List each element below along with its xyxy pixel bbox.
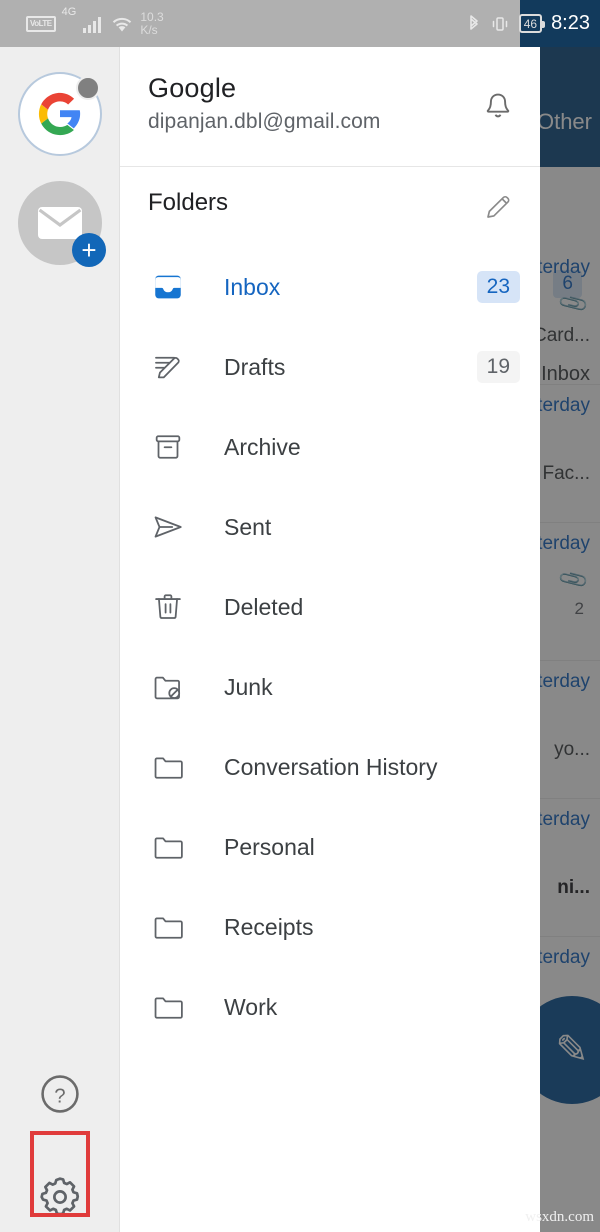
- network-speed-unit: K/s: [140, 22, 158, 37]
- folder-label: Deleted: [224, 593, 304, 620]
- network-speed-value: 10.3: [140, 9, 164, 24]
- status-bar: VoLTE 4G 10.3 K/s 46 8:23: [0, 0, 600, 47]
- signal-bars-icon: [82, 14, 104, 34]
- folder-item-personal[interactable]: Personal: [120, 807, 540, 887]
- folder-label: Work: [224, 993, 278, 1020]
- inbox-icon: [148, 267, 188, 307]
- folder-badge: 23: [476, 271, 520, 303]
- settings-highlight-box: [30, 1131, 90, 1217]
- network-generation-label: 4G: [61, 6, 77, 18]
- trash-icon: [148, 587, 188, 627]
- account-header[interactable]: Google dipanjan.dbl@gmail.com: [120, 47, 540, 167]
- bluetooth-icon: [467, 14, 481, 34]
- folder-item-work[interactable]: Work: [120, 967, 540, 1047]
- folder-icon: [148, 747, 188, 787]
- navigation-drawer: Google dipanjan.dbl@gmail.com Folders In…: [120, 47, 540, 1232]
- folder-icon: [148, 907, 188, 947]
- folder-item-sent[interactable]: Sent: [120, 487, 540, 567]
- account-email: dipanjan.dbl@gmail.com: [148, 110, 381, 133]
- edit-folders-button[interactable]: [476, 185, 520, 229]
- account-status-dot: [76, 76, 100, 100]
- watermark: wsxdn.com: [525, 1209, 594, 1225]
- folder-label: Conversation History: [224, 753, 438, 780]
- folder-label: Archive: [224, 433, 301, 460]
- wifi-icon: [110, 14, 134, 34]
- network-speed-indicator: 10.3 K/s: [140, 9, 164, 37]
- folders-header: Folders: [120, 167, 540, 245]
- folder-list: Inbox 23 Drafts 19 Archive Sent Deleted …: [120, 245, 540, 1047]
- folder-label: Personal: [224, 833, 315, 860]
- folder-icon: [148, 827, 188, 867]
- folder-icon: [148, 987, 188, 1027]
- account-avatar-google[interactable]: [18, 72, 102, 156]
- google-g-icon: [38, 92, 81, 136]
- drafts-pencil-icon: [148, 347, 188, 387]
- status-bar-right-icons: 46 8:23: [467, 0, 590, 47]
- volte-icon-label: VoLTE: [30, 18, 52, 28]
- account-name: Google: [148, 73, 237, 103]
- folder-badge: 19: [476, 351, 520, 383]
- help-button[interactable]: ?: [38, 1072, 82, 1116]
- bell-icon: [486, 93, 510, 118]
- notifications-button[interactable]: [476, 85, 520, 129]
- folder-label: Sent: [224, 513, 272, 540]
- folder-label: Receipts: [224, 913, 314, 940]
- folder-block-icon: [148, 667, 188, 707]
- folder-item-conversation-history[interactable]: Conversation History: [120, 727, 540, 807]
- folder-label: Inbox: [224, 273, 281, 300]
- folder-item-drafts[interactable]: Drafts 19: [120, 327, 540, 407]
- folder-item-receipts[interactable]: Receipts: [120, 887, 540, 967]
- volte-icon: VoLTE: [26, 15, 56, 32]
- folder-item-inbox[interactable]: Inbox 23: [120, 247, 540, 327]
- add-account-button[interactable]: +: [18, 181, 106, 267]
- folder-item-archive[interactable]: Archive: [120, 407, 540, 487]
- battery-level: 46: [523, 16, 538, 31]
- folder-item-junk[interactable]: Junk: [120, 647, 540, 727]
- status-bar-left-icons: VoLTE 4G 10.3 K/s: [26, 0, 164, 47]
- help-circle-icon: ?: [41, 1075, 79, 1113]
- account-rail: + ?: [0, 47, 120, 1232]
- send-plane-icon: [148, 507, 188, 547]
- clock-time: 8:23: [551, 12, 590, 34]
- folder-item-deleted[interactable]: Deleted: [120, 567, 540, 647]
- svg-text:?: ?: [54, 1085, 65, 1107]
- add-account-plus-icon: +: [72, 233, 106, 267]
- archive-box-icon: [148, 427, 188, 467]
- pencil-icon: [487, 195, 510, 218]
- vibrate-icon: [490, 14, 510, 34]
- folder-label: Junk: [224, 673, 273, 700]
- app-root: Other Inbox 6 Yesterday 📎 Card... Yester…: [0, 0, 600, 1232]
- folders-title: Folders: [148, 189, 229, 216]
- battery-icon: 46: [518, 14, 546, 33]
- folder-label: Drafts: [224, 353, 286, 380]
